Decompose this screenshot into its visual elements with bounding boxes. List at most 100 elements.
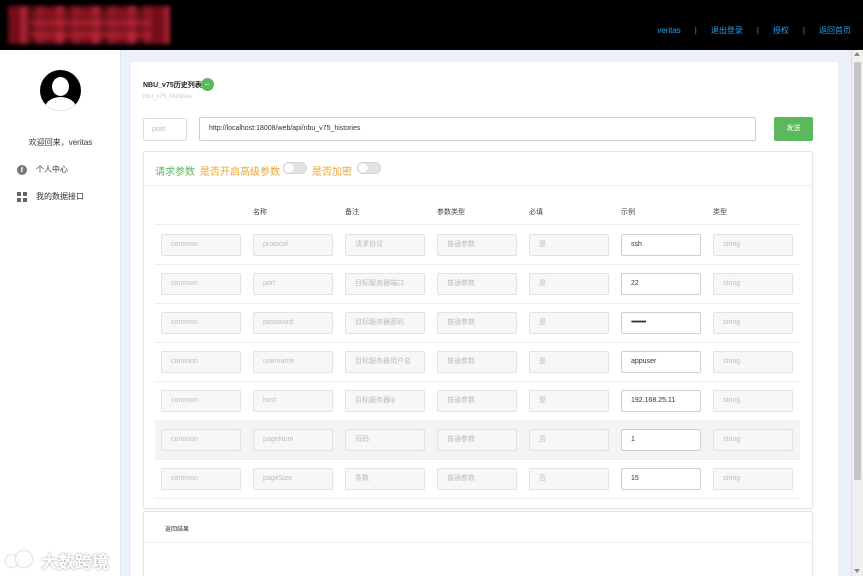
- group-field[interactable]: common: [161, 234, 241, 256]
- example-input[interactable]: 1: [621, 429, 701, 451]
- name-field[interactable]: pageNum: [253, 429, 333, 451]
- result-header: 返回结果: [144, 512, 812, 543]
- encrypt-toggle[interactable]: [357, 162, 381, 174]
- name-field[interactable]: pageSize: [253, 468, 333, 490]
- type-field[interactable]: string: [713, 234, 793, 256]
- param-type-field[interactable]: 普通参数: [437, 273, 517, 295]
- sidebar-item-label: 我的数据接口: [36, 192, 84, 201]
- param-type-field[interactable]: 普通参数: [437, 351, 517, 373]
- sidebar-item-label: 个人中心: [36, 165, 68, 174]
- required-field[interactable]: 是: [529, 351, 609, 373]
- params-title: 请求参数: [155, 167, 195, 178]
- note-field[interactable]: 条数: [345, 468, 425, 490]
- name-field[interactable]: password: [253, 312, 333, 334]
- group-field[interactable]: common: [161, 390, 241, 412]
- column-header-param-type: 参数类型: [437, 209, 465, 216]
- type-field[interactable]: string: [713, 429, 793, 451]
- license-link[interactable]: 授权: [773, 25, 789, 36]
- logout-link[interactable]: 退出登录: [711, 25, 743, 36]
- group-field[interactable]: common: [161, 429, 241, 451]
- result-title: 返回结果: [165, 527, 190, 533]
- scroll-up-icon[interactable]: [854, 52, 860, 56]
- param-type-field[interactable]: 普通参数: [437, 312, 517, 334]
- top-bar: veritas | 退出登录 | 授权 | 返回首页: [0, 0, 863, 50]
- example-input[interactable]: appuser: [621, 351, 701, 373]
- grid-icon: [17, 191, 27, 202]
- welcome-text: 欢迎回来，veritas: [28, 138, 93, 147]
- avatar: [40, 70, 81, 111]
- method-input[interactable]: post: [143, 118, 187, 141]
- example-input[interactable]: ssh: [621, 234, 701, 256]
- param-type-field[interactable]: 普通参数: [437, 468, 517, 490]
- url-input[interactable]: http://localhost:18008/web/api/nbu_v75_h…: [199, 117, 756, 141]
- required-field[interactable]: 是: [529, 273, 609, 295]
- table-row: common pageNum 页码 普通参数 否 1 string: [155, 420, 800, 459]
- username-link[interactable]: veritas: [657, 26, 681, 35]
- home-link[interactable]: 返回首页: [819, 25, 851, 36]
- param-type-field[interactable]: 普通参数: [437, 390, 517, 412]
- page-subtitle: nbu_v75_histories: [143, 94, 192, 100]
- name-field[interactable]: protocol: [253, 234, 333, 256]
- result-panel: 返回结果: [143, 511, 813, 576]
- blurred-logo-overlay: [30, 12, 150, 38]
- group-field[interactable]: common: [161, 351, 241, 373]
- column-header-name: 名称: [253, 209, 267, 216]
- group-field[interactable]: common: [161, 273, 241, 295]
- note-field[interactable]: 目标服务器ip: [345, 390, 425, 412]
- column-header-note: 备注: [345, 209, 359, 216]
- required-field[interactable]: 是: [529, 234, 609, 256]
- watermark: 大数跨境: [6, 548, 109, 573]
- required-field[interactable]: 是: [529, 312, 609, 334]
- example-input[interactable]: 15: [621, 468, 701, 490]
- group-field[interactable]: common: [161, 312, 241, 334]
- advanced-params-label: 是否开启高级参数: [200, 167, 280, 178]
- note-field[interactable]: 页码: [345, 429, 425, 451]
- table-row: common username 目标服务器用户名 普通参数 是 appuser …: [155, 342, 800, 381]
- table-row: common host 目标服务器ip 普通参数 是 192.168.25.11…: [155, 381, 800, 420]
- scrollbar[interactable]: [851, 50, 863, 576]
- required-field[interactable]: 是: [529, 390, 609, 412]
- table-row: common protocol 请求协议 普通参数 是 ssh string: [155, 225, 800, 264]
- password-input[interactable]: ••••••••••: [621, 312, 701, 334]
- sidebar-item-my-apis[interactable]: 我的数据接口: [17, 191, 84, 202]
- sidebar: 欢迎回来，veritas i 个人中心 我的数据接口: [0, 50, 121, 576]
- required-field[interactable]: 否: [529, 468, 609, 490]
- type-field[interactable]: string: [713, 312, 793, 334]
- name-field[interactable]: port: [253, 273, 333, 295]
- table-row: common port 目标服务器端口 普通参数 是 22 string: [155, 264, 800, 303]
- type-field[interactable]: string: [713, 390, 793, 412]
- sidebar-item-profile[interactable]: i 个人中心: [17, 164, 68, 175]
- column-header-type: 类型: [713, 209, 727, 216]
- group-field[interactable]: common: [161, 468, 241, 490]
- scroll-thumb[interactable]: [854, 62, 861, 480]
- param-type-field[interactable]: 普通参数: [437, 429, 517, 451]
- info-icon: i: [17, 164, 27, 175]
- param-type-field[interactable]: 普通参数: [437, 234, 517, 256]
- table-row: common password 目标服务器密码 普通参数 是 •••••••••…: [155, 303, 800, 342]
- note-field[interactable]: 目标服务器用户名: [345, 351, 425, 373]
- type-field[interactable]: string: [713, 273, 793, 295]
- encrypt-label: 是否加密: [312, 167, 352, 178]
- advanced-params-toggle[interactable]: [283, 162, 307, 174]
- back-button[interactable]: ←: [201, 78, 214, 91]
- watermark-text: 大数跨境: [41, 553, 109, 572]
- name-field[interactable]: username: [253, 351, 333, 373]
- watermark-logo-icon: [6, 550, 36, 571]
- example-input[interactable]: 192.168.25.11: [621, 390, 701, 412]
- send-button[interactable]: 发送: [774, 117, 813, 141]
- name-field[interactable]: host: [253, 390, 333, 412]
- table-row: common pageSize 条数 普通参数 否 15 string: [155, 459, 800, 498]
- column-header-required: 必填: [529, 209, 543, 216]
- note-field[interactable]: 目标服务器密码: [345, 312, 425, 334]
- type-field[interactable]: string: [713, 351, 793, 373]
- scroll-down-icon[interactable]: [854, 569, 860, 573]
- column-header-example: 示例: [621, 209, 635, 216]
- note-field[interactable]: 请求协议: [345, 234, 425, 256]
- required-field[interactable]: 否: [529, 429, 609, 451]
- top-nav: veritas | 退出登录 | 授权 | 返回首页: [657, 25, 851, 36]
- example-input[interactable]: 22: [621, 273, 701, 295]
- note-field[interactable]: 目标服务器端口: [345, 273, 425, 295]
- params-header: 请求参数 是否开启高级参数 是否加密: [144, 152, 812, 186]
- page-title: NBU_v75历史列表: [143, 82, 202, 89]
- type-field[interactable]: string: [713, 468, 793, 490]
